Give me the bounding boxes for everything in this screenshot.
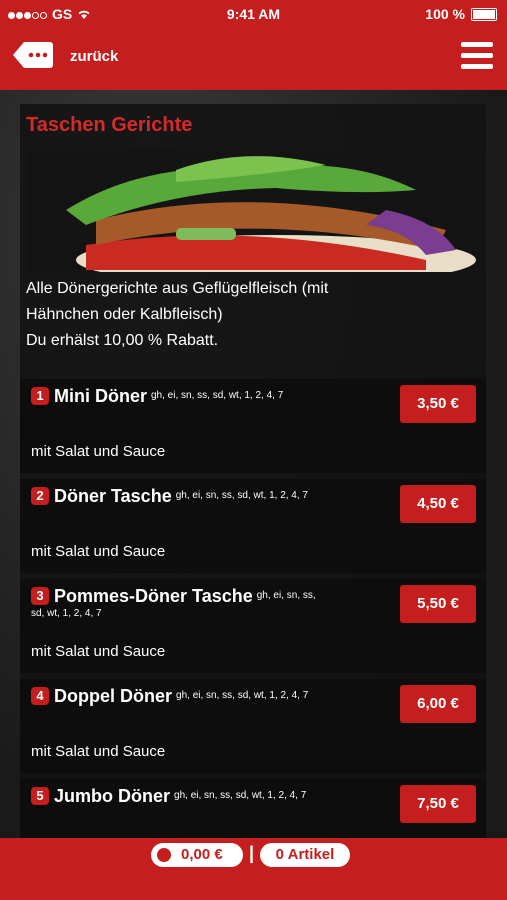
item-allergens: gh, ei, sn, ss, sd, wt, 1, 2, 4, 7 [175, 490, 308, 501]
item-description: mit Salat und Sauce [31, 543, 166, 560]
battery-area: 100 % [425, 6, 497, 22]
hamburger-menu-icon[interactable] [461, 42, 493, 70]
price-button[interactable]: 5,50 € [400, 585, 476, 623]
item-number-badge: 1 [31, 387, 49, 405]
item-allergens: gh, ei, sn, ss, sd, wt, 1, 2, 4, 7 [151, 390, 284, 401]
menu-item[interactable]: 5 Jumbo Döner gh, ei, sn, ss, sd, wt, 1, 2… [20, 779, 486, 838]
menu-item[interactable]: 3 Pommes-Döner Tasche gh, ei, sn, ss, sd, … [20, 579, 486, 673]
doner-image [26, 150, 482, 272]
item-description: mit Salat und Sauce [31, 443, 166, 460]
item-allergens: gh, ei, sn, ss, sd, wt, 1, 2, 4, 7 [174, 790, 307, 801]
cart-icon [157, 848, 171, 862]
cart-total-button[interactable]: 0,00 € [151, 843, 243, 867]
menu-item[interactable]: 2 Döner Tasche gh, ei, sn, ss, sd, wt, 1, … [20, 479, 486, 573]
item-heading: 5 Jumbo Döner gh, ei, sn, ss, sd, wt, 1, 2… [31, 787, 331, 805]
item-name: Pommes-Döner Tasche [54, 586, 253, 606]
price-button[interactable]: 3,50 € [400, 385, 476, 423]
back-icon[interactable] [12, 40, 54, 70]
item-heading: 1 Mini Döner gh, ei, sn, ss, sd, wt, 1, 2,… [31, 387, 331, 405]
cart-total-value: 0,00 € [181, 846, 223, 863]
item-description: mit Salat und Sauce [31, 743, 166, 760]
price-button[interactable]: 7,50 € [400, 785, 476, 823]
category-description: Alle Dönergerichte aus Geflügelfleisch (… [26, 276, 456, 354]
menu-item[interactable]: 4 Doppel Döner gh, ei, sn, ss, sd, wt, 1, … [20, 679, 486, 773]
back-button[interactable]: zurück [70, 48, 118, 65]
item-number-badge: 2 [31, 487, 49, 505]
item-name: Döner Tasche [54, 486, 172, 506]
price-button[interactable]: 6,00 € [400, 685, 476, 723]
item-name: Mini Döner [54, 386, 147, 406]
menu-content[interactable]: Taschen Gerichte Alle Dönergerichte aus … [0, 90, 507, 838]
app-header: zurück [0, 28, 507, 90]
price-button[interactable]: 4,50 € [400, 485, 476, 523]
category-title: Taschen Gerichte [26, 114, 193, 136]
article-count-button[interactable]: 0 Artikel [260, 843, 350, 867]
item-number-badge: 4 [31, 687, 49, 705]
item-heading: 3 Pommes-Döner Tasche gh, ei, sn, ss, sd, … [31, 587, 331, 623]
description-line: Du erhälst 10,00 % Rabatt. [26, 332, 219, 349]
item-heading: 4 Doppel Döner gh, ei, sn, ss, sd, wt, 1, … [31, 687, 331, 705]
cart-footer: 0,00 € | 0 Artikel [0, 838, 507, 900]
item-name: Jumbo Döner [54, 786, 171, 806]
category-panel: Taschen Gerichte Alle Dönergerichte aus … [20, 104, 486, 838]
description-line: Hähnchen oder Kalbfleisch) [26, 306, 223, 323]
footer-separator: | [249, 843, 255, 863]
item-name: Doppel Döner [54, 686, 173, 706]
item-allergens: gh, ei, sn, ss, sd, wt, 1, 2, 4, 7 [176, 690, 309, 701]
item-description: mit Salat und Sauce [31, 643, 166, 660]
status-bar: GS 9:41 AM 100 % [0, 0, 507, 28]
menu-item[interactable]: 1 Mini Döner gh, ei, sn, ss, sd, wt, 1, 2,… [20, 379, 486, 473]
item-number-badge: 3 [31, 587, 49, 605]
battery-label: 100 % [425, 6, 465, 22]
item-number-badge: 5 [31, 787, 49, 805]
description-line: Alle Dönergerichte aus Geflügelfleisch (… [26, 280, 329, 297]
item-heading: 2 Döner Tasche gh, ei, sn, ss, sd, wt, 1, … [31, 487, 331, 505]
battery-icon [471, 7, 497, 21]
